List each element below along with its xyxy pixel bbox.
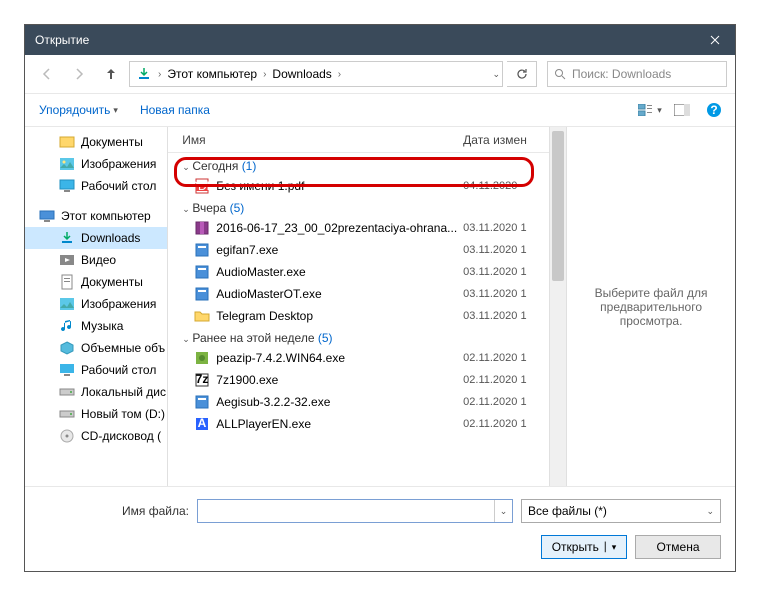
dropdown-icon[interactable]: ⌄ <box>494 500 512 522</box>
tree-pictures[interactable]: Изображения <box>25 153 167 175</box>
filename-label: Имя файла: <box>39 504 189 518</box>
group-earlier[interactable]: ⌄ Ранее на этой неделе (5) <box>168 327 549 347</box>
dropdown-icon[interactable]: ⌄ <box>492 69 500 80</box>
bottom-panel: Имя файла: ⌄ Все файлы (*)⌄ Открыть▏▾ От… <box>25 486 735 571</box>
tree-desktop[interactable]: Рабочий стол <box>25 175 167 197</box>
toolbar: Упорядочить▾ Новая папка ▾ ? <box>25 93 735 127</box>
file-list[interactable]: Имя Дата измен ⌄ Сегодня (1) PDFБез имен… <box>168 127 549 486</box>
group-yesterday[interactable]: ⌄ Вчера (5) <box>168 197 549 217</box>
search-icon <box>554 68 566 80</box>
dialog-title: Открытие <box>35 33 89 47</box>
nav-row: › Этот компьютер › Downloads › ⌄ Поиск: … <box>25 55 735 93</box>
preview-pane-button[interactable] <box>669 99 695 121</box>
tree-video[interactable]: Видео <box>25 249 167 271</box>
file-row[interactable]: PDFБез имени 1.pdf04.11.2020 <box>168 175 549 197</box>
filetype-select[interactable]: Все файлы (*)⌄ <box>521 499 721 523</box>
folder-tree[interactable]: Документы Изображения Рабочий стол Этот … <box>25 127 168 486</box>
file-row[interactable]: peazip-7.4.2.WIN64.exe02.11.2020 1 <box>168 347 549 369</box>
group-today[interactable]: ⌄ Сегодня (1) <box>168 155 549 175</box>
header-name[interactable]: Имя <box>182 133 463 147</box>
tree-cd-drive[interactable]: CD-дисковод ( <box>25 425 167 447</box>
titlebar: Открытие <box>25 25 735 55</box>
open-button[interactable]: Открыть▏▾ <box>541 535 627 559</box>
breadcrumb[interactable]: › Этот компьютер › Downloads › ⌄ <box>129 61 503 87</box>
view-button[interactable]: ▾ <box>637 99 663 121</box>
back-button[interactable] <box>33 60 61 88</box>
tree-this-pc[interactable]: Этот компьютер <box>25 205 167 227</box>
file-row[interactable]: 2016-06-17_23_00_02prezentaciya-ohrana..… <box>168 217 549 239</box>
tree-documents[interactable]: Документы <box>25 131 167 153</box>
svg-text:PDF: PDF <box>194 179 210 193</box>
close-button[interactable] <box>695 25 735 55</box>
file-row[interactable]: egifan7.exe03.11.2020 1 <box>168 239 549 261</box>
chevron-icon: › <box>158 69 161 80</box>
help-button[interactable]: ? <box>701 99 727 121</box>
search-placeholder: Поиск: Downloads <box>572 67 671 81</box>
file-row[interactable]: 7z7z1900.exe02.11.2020 1 <box>168 369 549 391</box>
breadcrumb-pc[interactable]: Этот компьютер <box>163 65 261 83</box>
open-file-dialog: Открытие › Этот компьютер › Downloads › … <box>24 24 736 572</box>
forward-button[interactable] <box>65 60 93 88</box>
tree-3d[interactable]: Объемные объ <box>25 337 167 359</box>
tree-music[interactable]: Музыка <box>25 315 167 337</box>
tree-local-disk[interactable]: Локальный дис <box>25 381 167 403</box>
file-row[interactable]: Aegisub-3.2.2-32.exe02.11.2020 1 <box>168 391 549 413</box>
svg-text:7z: 7z <box>196 372 209 386</box>
up-button[interactable] <box>97 60 125 88</box>
file-row[interactable]: AudioMaster.exe03.11.2020 1 <box>168 261 549 283</box>
chevron-icon: › <box>338 69 341 80</box>
refresh-button[interactable] <box>507 61 537 87</box>
new-folder-button[interactable]: Новая папка <box>134 99 216 121</box>
filename-input[interactable]: ⌄ <box>197 499 513 523</box>
tree-desktop-2[interactable]: Рабочий стол <box>25 359 167 381</box>
breadcrumb-folder[interactable]: Downloads <box>268 65 335 83</box>
chevron-icon: › <box>263 69 266 80</box>
header-date[interactable]: Дата измен <box>463 133 549 147</box>
downloads-icon <box>132 64 156 84</box>
cancel-button[interactable]: Отмена <box>635 535 721 559</box>
column-headers[interactable]: Имя Дата измен <box>168 127 549 153</box>
file-row[interactable]: Telegram Desktop03.11.2020 1 <box>168 305 549 327</box>
tree-documents-2[interactable]: Документы <box>25 271 167 293</box>
file-row[interactable]: AudioMasterOT.exe03.11.2020 1 <box>168 283 549 305</box>
scrollbar[interactable] <box>549 127 566 486</box>
svg-text:?: ? <box>710 103 717 117</box>
search-input[interactable]: Поиск: Downloads <box>547 61 727 87</box>
organize-button[interactable]: Упорядочить▾ <box>33 99 124 121</box>
svg-text:A: A <box>198 416 207 430</box>
file-row[interactable]: AALLPlayerEN.exe02.11.2020 1 <box>168 413 549 435</box>
tree-pictures-2[interactable]: Изображения <box>25 293 167 315</box>
tree-new-volume[interactable]: Новый том (D:) <box>25 403 167 425</box>
tree-downloads[interactable]: Downloads <box>25 227 167 249</box>
preview-pane: Выберите файл для предварительного просм… <box>567 127 735 486</box>
